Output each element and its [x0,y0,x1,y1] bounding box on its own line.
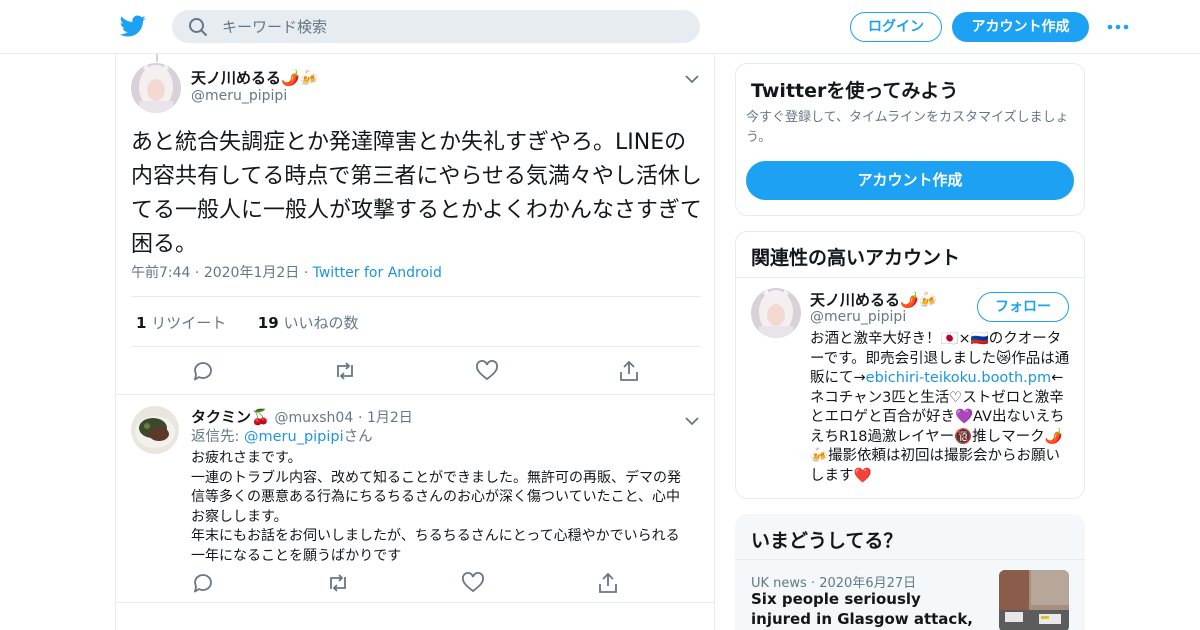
reply-line: 一連のトラブル内容、改めて知ることができました。無許可の再販、デマの発信等多くの… [191,469,681,525]
retweet-stat[interactable]: 1 リツイート [136,314,226,332]
tweet-date[interactable]: 2020年1月2日 [204,265,299,281]
retweet-icon[interactable] [333,360,357,382]
twitter-logo-icon[interactable] [119,13,146,39]
trend-headline[interactable]: Six people seriously injured in Glasgow … [751,590,976,630]
share-icon[interactable] [617,360,641,382]
reply-line: お疲れさまです。 [191,450,302,466]
related-account-handle[interactable]: @meru_pipipi [810,309,906,325]
reply-author-name[interactable]: タクミン🍒 [191,408,270,426]
main-timeline: 天ノ川めるる🌶️🍻 @meru_pipipi あと統合失調症とか発達障害とか失礼… [115,54,715,630]
top-bar: ログイン アカウント作成 [0,0,1200,54]
more-options-icon[interactable] [1106,17,1130,37]
reply-icon[interactable] [191,360,215,382]
trend-meta: UK news · 2020年6月27日 [751,572,916,591]
trends-card-title: いまどうしてる？ [751,530,903,552]
separator-dot: · [810,576,820,591]
divider [131,346,701,347]
tweet-author-handle[interactable]: @meru_pipipi [191,88,287,104]
tweet-time[interactable]: 午前7:44 [131,265,190,281]
avatar[interactable] [131,63,181,113]
related-card-title: 関連性の高いアカウント [751,247,961,269]
login-button[interactable]: ログイン [850,12,942,42]
reply-text: お疲れさまです。 一連のトラブル内容、改めて知ることができました。無許可の再販、… [191,449,691,566]
reply-date[interactable]: 1月2日 [367,410,413,426]
tweet-stats: 1 リツイート 19 いいねの数 [136,312,358,333]
trend-source: UK news [751,576,807,591]
trend-thumbnail[interactable] [999,570,1069,630]
search-icon [188,17,208,37]
trends-card: いまどうしてる？ UK news · 2020年6月27日 Six people… [735,514,1085,630]
bio-link[interactable]: ebichiri-teikoku.booth.pm [866,370,1051,386]
reply-header: タクミン🍒 @muxsh04 · 1月2日 [191,406,413,427]
like-icon[interactable] [461,572,485,594]
chevron-down-icon[interactable] [684,412,700,426]
divider [736,277,1084,278]
reply-icon[interactable] [191,572,215,594]
follow-button[interactable]: フォロー [977,292,1069,322]
related-account-name[interactable]: 天ノ川めるる🌶️🍻 [810,289,937,310]
related-accounts-card: 関連性の高いアカウント 天ノ川めるる🌶️🍻 @meru_pipipi フォロー … [735,231,1085,499]
signup-card-title: Twitterを使ってみよう [751,80,959,102]
tweet-text: あと統合失調症とか発達障害とか失礼すぎやろ。LINEの内容共有してる時点で第三者… [131,130,702,257]
signup-card-button[interactable]: アカウント作成 [746,161,1074,200]
tweet-author-name[interactable]: 天ノ川めるる🌶️🍻 [191,67,318,88]
like-icon[interactable] [475,360,499,382]
signup-card: Twitterを使ってみよう 今すぐ登録して、タイムラインをカスタマイズしましょ… [735,63,1085,216]
divider [116,394,714,395]
tweet-source-link[interactable]: Twitter for Android [313,265,442,281]
reply-line: 年末にもお話をお伺いしましたが、ちるちるさんにとって心穏やかでいられる一年になる… [191,528,680,564]
share-icon[interactable] [596,572,620,594]
tweet-actions [191,360,641,382]
thread-line [156,54,158,62]
replying-to-handle[interactable]: @meru_pipipi [244,429,344,445]
signup-card-description: 今すぐ登録して、タイムラインをカスタマイズしましょう。 [746,110,1069,145]
search-box[interactable] [172,10,700,43]
separator-dot: · [194,265,204,281]
divider [116,602,714,603]
separator-dot: · [358,410,367,426]
replying-to: 返信先: @meru_pipipiさん [191,429,373,445]
reply-actions [191,572,620,594]
signup-button[interactable]: アカウント作成 [952,12,1089,42]
avatar[interactable] [131,406,179,454]
divider [735,559,1085,560]
separator-dot: · [303,265,313,281]
related-account-bio: お酒と激辛大好き！🇯🇵×🇷🇺のクオーターです。即売会引退しました😿作品は通販にて… [810,331,1070,484]
like-stat[interactable]: 19 いいねの数 [258,314,359,332]
divider [131,296,701,297]
trend-date: 2020年6月27日 [819,576,917,591]
tweet-timestamp: 午前7:44 · 2020年1月2日 · Twitter for Android [131,262,442,282]
search-input[interactable] [222,10,682,43]
reply-author-handle[interactable]: @muxsh04 [274,410,353,426]
avatar[interactable] [751,288,801,338]
chevron-down-icon[interactable] [684,70,700,84]
retweet-icon[interactable] [326,572,350,594]
